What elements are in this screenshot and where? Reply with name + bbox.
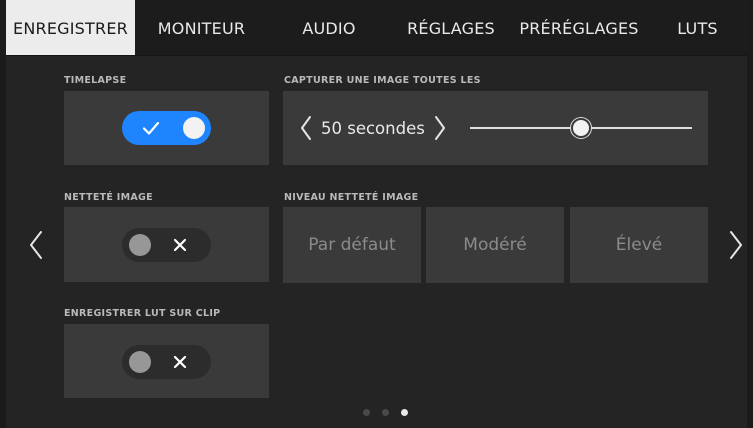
x-icon bbox=[173, 238, 187, 252]
timelapse-tile bbox=[64, 91, 269, 165]
record-lut-label: ENREGISTRER LUT SUR CLIP bbox=[64, 308, 221, 319]
tab-luts[interactable]: LUTS bbox=[648, 0, 747, 55]
tab-bar: ENREGISTRER MONITEUR AUDIO RÉGLAGES PRÉR… bbox=[6, 0, 747, 56]
tab-enregistrer[interactable]: ENREGISTRER bbox=[6, 0, 135, 55]
sharpness-option-default[interactable]: Par défaut bbox=[283, 207, 421, 283]
capture-interval-label: CAPTURER UNE IMAGE TOUTES LES bbox=[284, 75, 481, 86]
tab-audio[interactable]: AUDIO bbox=[268, 0, 390, 55]
timelapse-toggle[interactable] bbox=[122, 111, 211, 145]
record-lut-toggle[interactable] bbox=[122, 345, 211, 379]
check-icon bbox=[142, 121, 160, 135]
sharpness-label: NETTETÉ IMAGE bbox=[64, 192, 153, 203]
toggle-knob bbox=[183, 117, 205, 139]
page-dot[interactable] bbox=[382, 409, 389, 416]
tab-moniteur[interactable]: MONITEUR bbox=[137, 0, 266, 55]
capture-interval-tile: 50 secondes bbox=[283, 91, 708, 165]
capture-interval-slider-knob[interactable] bbox=[571, 118, 591, 138]
sharpness-level-label: NIVEAU NETTETÉ IMAGE bbox=[284, 192, 419, 203]
tab-prereglages[interactable]: PRÉRÉGLAGES bbox=[512, 0, 646, 55]
page-dot-active[interactable] bbox=[401, 409, 408, 416]
sharpness-option-high[interactable]: Élevé bbox=[570, 207, 708, 283]
chevron-right-icon[interactable] bbox=[728, 230, 744, 260]
toggle-knob bbox=[129, 234, 151, 256]
sharpness-toggle[interactable] bbox=[122, 228, 211, 262]
tab-reglages[interactable]: RÉGLAGES bbox=[392, 0, 510, 55]
chevron-right-icon[interactable] bbox=[433, 115, 447, 141]
x-icon bbox=[173, 355, 187, 369]
capture-interval-value: 50 secondes bbox=[321, 119, 425, 138]
timelapse-label: TIMELAPSE bbox=[64, 75, 127, 86]
toggle-knob bbox=[129, 351, 151, 373]
sharpness-option-moderate[interactable]: Modéré bbox=[426, 207, 564, 283]
sharpness-tile bbox=[64, 207, 269, 282]
record-lut-tile bbox=[64, 324, 269, 398]
page-dot[interactable] bbox=[363, 409, 370, 416]
chevron-left-icon[interactable] bbox=[299, 115, 313, 141]
camera-settings-screen: ENREGISTRER MONITEUR AUDIO RÉGLAGES PRÉR… bbox=[6, 0, 747, 428]
chevron-left-icon[interactable] bbox=[28, 230, 44, 260]
